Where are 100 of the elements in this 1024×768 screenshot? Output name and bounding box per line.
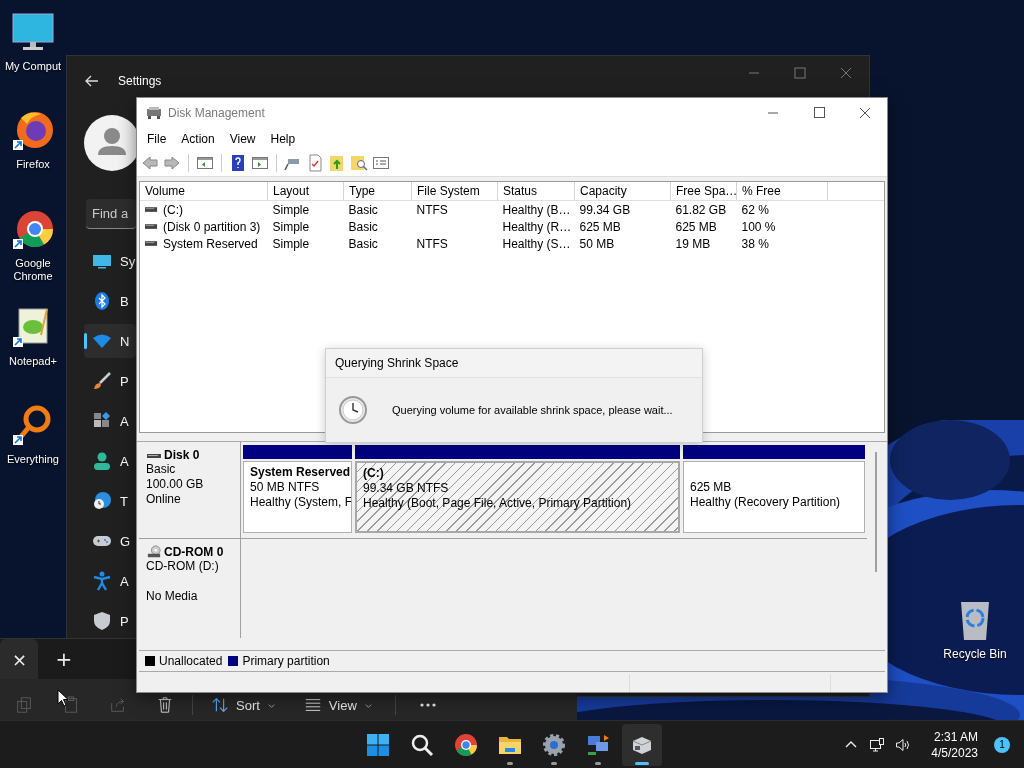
disk-name: CD-ROM 0: [164, 545, 224, 559]
action-pane-icon[interactable]: [251, 154, 269, 172]
nav-item[interactable]: B: [84, 284, 136, 318]
computers-icon: [586, 733, 610, 757]
icon-label: Firefox: [16, 158, 50, 171]
menu-item[interactable]: File: [141, 132, 173, 146]
table-cell: Simple: [267, 200, 344, 218]
nav-item[interactable]: P: [84, 364, 136, 398]
window-title: Disk Management: [168, 106, 265, 120]
clipboard-icon: [62, 696, 80, 714]
nav-item[interactable]: A: [84, 404, 136, 438]
column-header[interactable]: Capacity: [574, 182, 671, 201]
clock-globe-icon: [92, 491, 112, 511]
table-cell-text: 50 MB: [578, 235, 616, 252]
browser-icon: [454, 733, 478, 757]
column-header[interactable]: Free Spa…: [670, 182, 737, 201]
clock-time: 2:31 AM: [933, 729, 978, 745]
volume-icon: [145, 222, 158, 231]
column-header[interactable]: File System: [411, 182, 498, 201]
partition-size: 50 MB NTFS: [250, 480, 321, 495]
partition-size: 625 MB: [690, 480, 733, 495]
folder-search-icon[interactable]: [350, 154, 368, 172]
disk-detail: Online: [146, 492, 182, 507]
nav-item[interactable]: P: [84, 604, 136, 638]
partition-size: 99.34 GB NTFS: [363, 481, 450, 496]
network-icon[interactable]: [869, 737, 886, 753]
notification-badge[interactable]: 1: [994, 737, 1010, 753]
volume-icon: [145, 239, 158, 248]
table-cell-text: 625 MB: [578, 218, 622, 235]
taskbar-clock[interactable]: 2:31 AM 4/5/2023: [931, 729, 978, 761]
help-icon[interactable]: [229, 154, 247, 172]
partition-name: System Reserved: [250, 465, 351, 480]
table-cell-text: Basic: [347, 218, 379, 235]
table-cell-text: Healthy (R…: [501, 218, 573, 235]
nav-item[interactable]: G: [84, 524, 136, 558]
nav-item[interactable]: N: [84, 324, 136, 358]
sort-button[interactable]: Sort: [205, 695, 282, 715]
partition-status: Healthy (Boot, Page File, Active, Primary Partition): [363, 496, 633, 511]
clock-date: 4/5/2023: [931, 745, 978, 761]
nav-item[interactable]: T: [84, 484, 136, 518]
menu-item[interactable]: Help: [264, 132, 302, 146]
icon-label: Everything: [7, 453, 59, 466]
partition-block[interactable]: System Reserved 50 MB NTFS Healthy (System, F: [243, 461, 352, 533]
view-button[interactable]: View: [297, 695, 379, 715]
table-cell-text: 38 %: [740, 235, 770, 252]
forward-arrow-icon[interactable]: [163, 154, 181, 172]
disk-detail: Basic: [146, 462, 177, 477]
volume-name: System Reserved: [163, 236, 258, 251]
column-header[interactable]: Layout: [267, 182, 344, 201]
sort-arrows-icon: [211, 696, 229, 714]
table-cell-text: Healthy (S…: [501, 235, 572, 252]
column-header[interactable]: Type: [343, 182, 412, 201]
column-header[interactable]: % Free: [736, 182, 828, 201]
back-arrow-icon[interactable]: [84, 73, 100, 89]
legend-label: Primary partition: [242, 654, 330, 668]
table-cell-text: 19 MB: [674, 235, 712, 252]
table-cell-text: Basic: [347, 235, 379, 252]
taskbar-disk-button[interactable]: [622, 724, 662, 766]
list-icon[interactable]: [372, 154, 390, 172]
partition-status: Healthy (Recovery Partition): [690, 495, 842, 510]
partition-block[interactable]: (C:) 99.34 GB NTFS Healthy (Boot, Page File, Active, Primary Partition): [355, 461, 680, 533]
shield-icon: [92, 611, 112, 631]
partition-block[interactable]: 625 MB Healthy (Recovery Partition): [683, 461, 865, 533]
lines-icon: [303, 696, 322, 714]
nav-item[interactable]: Sy: [84, 244, 136, 278]
column-header[interactable]: Volume: [140, 182, 268, 201]
volume-icon[interactable]: [895, 737, 912, 753]
brush-icon: [92, 371, 112, 391]
console-tree-icon[interactable]: [196, 154, 214, 172]
search-icon: [410, 733, 434, 757]
search-field[interactable]: Find a: [86, 199, 136, 229]
more-icon: [418, 702, 437, 708]
volume-name: (C:): [163, 202, 183, 217]
column-header[interactable]: Status: [497, 182, 575, 201]
icon-label: Recycle Bin: [943, 648, 1007, 661]
cd-drive-icon: [146, 545, 162, 559]
menu-item[interactable]: View: [223, 132, 262, 146]
menu-item[interactable]: Action: [175, 132, 221, 146]
bluetooth-icon: [92, 291, 112, 311]
table-cell: Healthy (B…: [497, 200, 575, 218]
close-tab-button[interactable]: ×: [0, 639, 38, 679]
nav-item[interactable]: A: [84, 564, 136, 598]
volume-name: (Disk 0 partition 3): [163, 219, 261, 234]
person-icon: [92, 451, 112, 471]
share-icon: [109, 696, 127, 714]
disk-detail: 100.00 GB: [146, 477, 205, 492]
legend-label: Unallocated: [159, 654, 223, 668]
dialog-title: Querying Shrink Space: [326, 349, 702, 378]
gear-icon: [542, 733, 566, 757]
nav-item[interactable]: A: [84, 444, 136, 478]
checklist-icon[interactable]: [306, 154, 324, 172]
clock-icon: [338, 395, 368, 425]
new-tab-button[interactable]: +: [52, 639, 76, 679]
cursor-icon: [57, 689, 69, 707]
disk-detail: CD-ROM (D:): [146, 559, 220, 574]
table-cell: Basic: [343, 200, 412, 218]
disk-drive-icon: [146, 105, 162, 121]
folder-up-icon[interactable]: [328, 154, 346, 172]
table-cell-text: Simple: [271, 218, 311, 235]
icon-label: Google Chrome: [12, 257, 54, 283]
